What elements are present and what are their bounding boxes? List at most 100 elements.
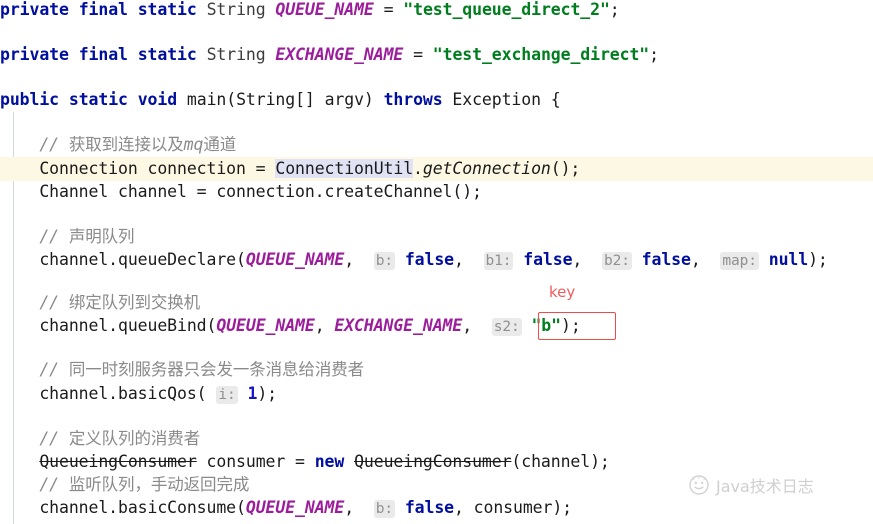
code-token: // — [0, 135, 69, 154]
code-token: QUEUE_NAME — [216, 316, 315, 335]
code-token: (channel); — [511, 452, 610, 471]
code-token: false — [641, 250, 691, 269]
code-token: = — [373, 0, 404, 19]
code-token: "test_exchange_direct" — [432, 45, 650, 64]
code-token: public — [0, 90, 60, 109]
code-line-channel[interactable]: Channel channel = connection.createChann… — [0, 180, 873, 204]
code-token: ); — [560, 316, 581, 335]
code-token: (); — [550, 159, 581, 178]
watermark-text: Java技术日志 — [716, 477, 814, 496]
code-token: final — [78, 45, 128, 64]
code-line-queueing-consumer[interactable]: QueueingConsumer consumer = new Queueing… — [0, 450, 873, 474]
smiley-face-logo-icon — [688, 474, 710, 496]
code-line-basic-consume[interactable]: channel.basicConsume(QUEUE_NAME, b: fals… — [0, 496, 873, 520]
code-line-main-signature[interactable]: public static void main(String[] argv) t… — [0, 88, 873, 112]
code-line-queue-name[interactable]: private final static String QUEUE_NAME =… — [0, 0, 873, 22]
code-token: private — [0, 0, 69, 19]
code-token: "b" — [531, 316, 561, 335]
code-line-connection[interactable]: Connection connection = ConnectionUtil.g… — [0, 157, 873, 181]
code-token: 定义队列的消费者 — [68, 429, 201, 448]
code-token: ; — [649, 45, 659, 64]
code-line-comment-bind[interactable]: // 绑定队列到交换机 — [0, 291, 873, 315]
code-token: static — [137, 45, 197, 64]
code-token: map: — [720, 252, 759, 270]
code-token: final — [78, 0, 128, 19]
code-token: new — [314, 452, 345, 471]
code-token: QueueingConsumer — [354, 452, 512, 471]
code-token: 声明队列 — [68, 227, 135, 246]
code-token: , — [454, 250, 484, 269]
code-token: main(String[] argv) — [177, 90, 384, 109]
code-token: = — [403, 45, 433, 64]
code-token: false — [404, 250, 454, 269]
code-token: static — [68, 90, 128, 109]
code-line-comment-qos[interactable]: // 同一时刻服务器只会发一条消息给消费者 — [0, 358, 873, 382]
code-token: channel.queueDeclare( — [0, 250, 246, 269]
code-token: 获取到连接以及 — [68, 135, 184, 154]
code-token: void — [137, 90, 178, 109]
code-line-exchange-name[interactable]: private final static String EXCHANGE_NAM… — [0, 43, 873, 67]
code-token: "test_queue_direct_2" — [403, 0, 610, 19]
code-token: mq — [183, 135, 204, 154]
code-token: s2: — [491, 318, 522, 336]
code-token: Exception { — [442, 90, 561, 109]
code-token: // — [0, 429, 69, 448]
code-token: static — [137, 0, 197, 19]
code-token: // — [0, 293, 69, 312]
code-token: 1 — [247, 384, 258, 403]
code-line-comment-declare[interactable]: // 声明队列 — [0, 225, 873, 249]
code-token: b1: — [483, 252, 514, 270]
watermark: Java技术日志 — [688, 473, 814, 497]
code-token: QueueingConsumer — [39, 452, 197, 471]
code-token: b: — [373, 500, 395, 518]
code-token: b2: — [601, 252, 632, 270]
code-token: false — [523, 250, 573, 269]
code-token: , consumer); — [454, 498, 573, 517]
code-token: ConnectionUtil — [275, 159, 414, 178]
code-token: channel.basicQos( — [0, 384, 217, 403]
code-token: ); — [257, 384, 277, 403]
code-line-comment-connection[interactable]: // 获取到连接以及mq通道 — [0, 133, 873, 157]
code-token: , — [344, 498, 374, 517]
code-editor-screenshot: private final static String QUEUE_NAME =… — [0, 0, 873, 524]
code-token: null — [768, 250, 809, 269]
code-token: throws — [383, 90, 443, 109]
code-token: private — [0, 45, 69, 64]
code-token: channel.basicConsume( — [0, 498, 246, 517]
code-line-queue-bind[interactable]: channel.queueBind(QUEUE_NAME, EXCHANGE_N… — [0, 314, 873, 338]
code-line-comment-consumer[interactable]: // 定义队列的消费者 — [0, 427, 873, 451]
code-token: false — [404, 498, 454, 517]
code-token: . — [413, 159, 423, 178]
code-token: String — [206, 45, 266, 64]
annotation-label-key: key — [549, 283, 576, 301]
code-token: QUEUE_NAME — [275, 0, 374, 19]
code-line-basic-qos[interactable]: channel.basicQos( i: 1); — [0, 382, 873, 406]
code-token: // — [0, 475, 69, 494]
code-token: 监听队列，手动返回完成 — [68, 475, 250, 494]
code-token: 同一时刻服务器只会发一条消息给消费者 — [68, 360, 365, 379]
code-token: b: — [373, 252, 395, 270]
code-token: channel.queueBind( — [0, 316, 217, 335]
code-token: Connection connection = — [0, 159, 276, 178]
code-token: QUEUE_NAME — [245, 250, 345, 269]
code-token: getConnection — [422, 159, 551, 178]
code-line-queue-declare[interactable]: channel.queueDeclare(QUEUE_NAME, b: fals… — [0, 248, 873, 272]
code-token: EXCHANGE_NAME — [275, 45, 404, 64]
